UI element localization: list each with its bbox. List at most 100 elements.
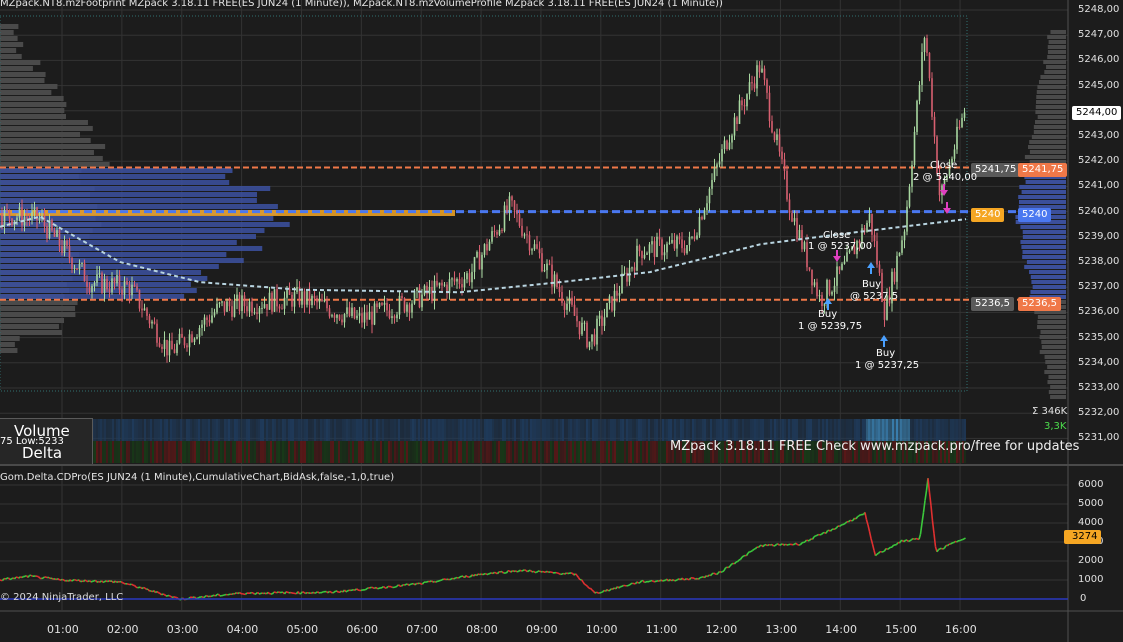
volume-strip-cell [160,419,162,441]
cum-delta-segment [397,584,401,587]
delta-strip-cell [462,441,464,463]
delta-strip-cell [562,441,564,463]
volume-strip-cell [892,419,894,441]
cum-delta-segment [738,558,741,561]
time-tick-label: 13:00 [765,623,798,636]
cum-delta-segment [369,586,372,589]
candle-body [568,297,571,304]
cum-delta-segment [729,563,733,567]
cum-delta-segment [261,592,264,595]
cum-delta-segment [147,588,151,592]
price-tick-label: 5239,00 [1078,230,1120,242]
volume-strip-cell [716,419,718,441]
delta-strip-cell [226,441,228,463]
delta-strip-cell [358,441,360,463]
volume-strip-cell [272,419,274,441]
delta-strip-cell [146,441,148,463]
candle-body [223,301,226,312]
delta-strip-cell [386,441,388,463]
volume-strip-cell [902,419,904,441]
cum-delta-segment [672,578,675,582]
candle-body [716,164,718,168]
volume-strip-cell [644,419,646,441]
volume-strip-cell [554,419,556,441]
delta-tick-label: 6000 [1078,479,1104,490]
candle-body [473,257,476,272]
candle-body [293,292,296,307]
cum-delta-segment [62,578,65,581]
delta-strip-cell [430,441,432,463]
volume-strip-cell [830,419,832,441]
candle-body [588,341,591,348]
candle-body [816,282,818,297]
chart-canvas[interactable] [0,0,1123,642]
candle-body [103,278,106,294]
cum-delta-segment [747,551,751,554]
delta-strip-cell [260,441,262,463]
cum-delta-segment [938,548,941,551]
cum-delta-segment [681,577,685,581]
candle-body [571,297,573,305]
profile-bar-va [0,168,233,173]
price-tick-label: 5233,00 [1078,382,1120,393]
volume-strip-cell [556,419,558,441]
volume-strip-cell [208,419,210,441]
candle-body [443,284,446,286]
profile-bar-outer [0,72,46,77]
delta-strip-cell [472,441,474,463]
candle-body [671,239,673,243]
volume-strip-cell [580,419,582,441]
delta-strip-cell [502,441,504,463]
delta-strip-cell [312,441,314,463]
profile-bar-outer [0,330,63,335]
candle-body [416,287,418,291]
candle-body [553,274,556,287]
volume-strip-cell [94,419,96,441]
candle-body [393,316,396,319]
volume-strip-cell [686,419,688,441]
delta-strip-cell [534,441,536,463]
cum-delta-segment [156,590,159,594]
volume-strip-cell [874,419,876,441]
candle-body [176,343,178,353]
cum-delta-segment [488,572,491,575]
candle-body [913,131,916,166]
candle-body [781,151,783,160]
volume-strip-cell [662,419,664,441]
volume-strip-cell [690,419,692,441]
session-profile-bar [1043,60,1066,64]
trade-buy-2-text: @ 5237,5 [850,291,899,302]
volume-strip-cell [962,419,964,441]
cum-delta-segment [716,572,719,576]
volume-strip-cell [676,419,678,441]
delta-strip-cell [134,441,136,463]
candle-body [841,263,843,270]
cum-delta-segment [283,591,287,595]
delta-strip-cell [264,441,266,463]
volume-strip-cell [934,419,936,441]
volume-strip-cell [608,419,610,441]
cum-delta-segment [855,516,859,520]
candle-body [76,268,78,270]
volume-strip-cell [552,419,554,441]
volume-strip-cell [432,419,434,441]
session-profile-bar [1040,75,1066,79]
volume-strip-cell [758,419,760,441]
delta-strip-cell [404,441,406,463]
candle-body [466,273,468,280]
candle-body [353,307,356,319]
volume-strip-cell [342,419,344,441]
cum-delta-segment [174,596,177,599]
volume-strip-cell [818,419,820,441]
volume-strip-cell [300,419,302,441]
delta-strip-cell [196,441,198,463]
volume-strip-cell [804,419,806,441]
delta-strip-cell [584,441,586,463]
volume-strip-cell [102,419,104,441]
volume-strip-cell [796,419,798,441]
candle-body [726,140,728,150]
candle-body [526,234,528,236]
panel-divider[interactable] [0,464,1123,466]
delta-strip-cell [614,441,616,463]
delta-strip-cell [506,441,508,463]
